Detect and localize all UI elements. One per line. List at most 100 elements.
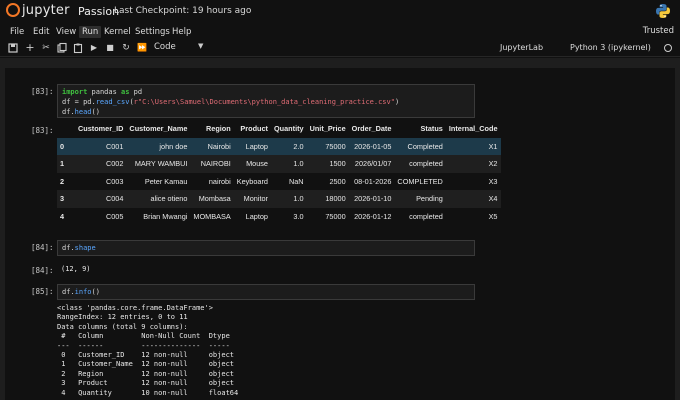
table-cell: MARY WAMBUI bbox=[126, 155, 191, 173]
cell-85-input[interactable]: df.info() bbox=[57, 284, 475, 300]
index-header bbox=[57, 120, 75, 138]
copy-icon[interactable] bbox=[56, 42, 68, 54]
table-cell: Pending bbox=[394, 190, 446, 208]
table-cell: 1.0 bbox=[270, 190, 307, 208]
column-header: Internal_Code bbox=[448, 124, 498, 134]
top-header: jupyter Passion Last Checkpoint: 19 hour… bbox=[0, 0, 680, 24]
open-jupyterlab-link[interactable]: JupyterLab bbox=[500, 43, 543, 52]
cell-84-output: (12, 9) bbox=[61, 265, 91, 273]
table-cell: Completed bbox=[394, 137, 446, 155]
table-cell: X5 bbox=[488, 211, 498, 221]
table-cell: 2026-01-12 bbox=[354, 211, 392, 221]
table-cell: Laptop bbox=[245, 211, 268, 221]
cell-85-in-prompt: [85]: bbox=[31, 287, 54, 296]
stop-icon[interactable]: ■ bbox=[104, 42, 116, 54]
info-line: 1 Customer_Name 12 non-null object bbox=[57, 360, 239, 369]
info-line: # Column Non-Null Count Dtype bbox=[57, 332, 239, 341]
table-cell: C003 bbox=[105, 176, 124, 186]
table-row[interactable]: 2 C003 Peter Kamau nairobi Keyboard NaN … bbox=[57, 173, 501, 191]
column-header: Unit_Price bbox=[309, 124, 346, 134]
table-row[interactable]: 4 C005 Brian Mwangi MOMBASA Laptop 3.0 7… bbox=[57, 208, 501, 226]
info-line: 3 Product 12 non-null object bbox=[57, 379, 239, 388]
cell-83-input[interactable]: import pandas as pd df = pd.read_csv(r"C… bbox=[57, 84, 475, 118]
table-header-row: Customer_ID Customer_Name Region Product… bbox=[57, 120, 501, 138]
trusted-indicator[interactable]: Trusted bbox=[643, 26, 674, 36]
row-index: 2 bbox=[60, 176, 65, 186]
table-cell: C005 bbox=[105, 211, 124, 221]
jupyter-logo-icon bbox=[6, 3, 20, 17]
table-cell: Laptop bbox=[233, 137, 271, 155]
table-cell: Keyboard bbox=[236, 176, 268, 186]
column-header: Quantity bbox=[273, 124, 304, 134]
table-cell: 2026-01-05 bbox=[348, 137, 395, 155]
table-cell: COMPLETED bbox=[397, 176, 443, 186]
notebook-panel[interactable]: [83]: import pandas as pd df = pd.read_c… bbox=[0, 58, 680, 400]
table-cell: Mouse bbox=[233, 155, 271, 173]
table-cell: 75000 bbox=[325, 211, 346, 221]
menu-kernel[interactable]: Kernel bbox=[101, 26, 134, 38]
cell-83-code: import pandas as pd df = pd.read_csv(r"C… bbox=[62, 88, 400, 116]
kernel-status-icon bbox=[664, 44, 672, 52]
info-line: RangeIndex: 12 entries, 0 to 11 bbox=[57, 313, 188, 322]
table-cell: C002 bbox=[75, 155, 127, 173]
notebook-title[interactable]: Passion bbox=[78, 5, 119, 18]
table-cell: 2026-01-10 bbox=[348, 190, 395, 208]
row-index: 0 bbox=[57, 137, 75, 155]
table-cell: Peter Kamau bbox=[144, 176, 188, 186]
cell-84-code: df.shape bbox=[62, 244, 96, 252]
column-header: Customer_Name bbox=[129, 124, 188, 134]
table-cell: NAIROBI bbox=[190, 155, 234, 173]
table-cell: 1.0 bbox=[270, 155, 307, 173]
save-icon[interactable] bbox=[7, 42, 19, 54]
menu-help[interactable]: Help bbox=[169, 26, 194, 38]
column-header: Product bbox=[240, 124, 268, 134]
table-cell: Nairobi bbox=[190, 137, 234, 155]
restart-icon[interactable]: ↻ bbox=[120, 42, 132, 54]
table-cell: alice otieno bbox=[126, 190, 191, 208]
cut-icon[interactable]: ✂ bbox=[40, 42, 52, 54]
checkpoint-status: Last Checkpoint: 19 hours ago bbox=[114, 6, 252, 16]
menu-file[interactable]: File bbox=[7, 26, 27, 38]
info-line: 2 Region 12 non-null object bbox=[57, 369, 239, 378]
info-line: --- ------ -------------- ----- bbox=[57, 341, 239, 350]
table-cell: john doe bbox=[126, 137, 191, 155]
table-row[interactable]: 3 C004 alice otieno Mombasa Monitor 1.0 … bbox=[57, 190, 501, 208]
info-line: <class 'pandas.core.frame.DataFrame'> bbox=[57, 304, 213, 312]
table-cell: 1500 bbox=[306, 155, 349, 173]
notebook-toolbar: + ✂ ▶ ■ ↻ ⏩ Code ▼ JupyterLab Python 3 (… bbox=[0, 40, 680, 57]
menu-view[interactable]: View bbox=[53, 26, 79, 38]
jupyter-logo[interactable]: jupyter bbox=[6, 3, 69, 21]
restart-run-all-icon[interactable]: ⏩ bbox=[136, 42, 148, 54]
info-line: 4 Quantity 10 non-null float64 bbox=[57, 388, 239, 397]
run-icon[interactable]: ▶ bbox=[88, 42, 100, 54]
menu-settings[interactable]: Settings bbox=[132, 26, 173, 38]
paste-icon[interactable] bbox=[72, 42, 84, 54]
table-cell: NaN bbox=[288, 176, 304, 186]
table-cell: 08-01-2026 bbox=[354, 176, 392, 186]
table-cell: 2.0 bbox=[270, 137, 307, 155]
add-cell-icon[interactable]: + bbox=[24, 42, 36, 54]
table-cell: 2026/01/07 bbox=[348, 155, 395, 173]
column-header: Status bbox=[420, 124, 443, 134]
menu-bar: File Edit View Run Kernel Settings Help … bbox=[0, 24, 680, 40]
cell-84-input[interactable]: df.shape bbox=[57, 240, 475, 256]
menu-edit[interactable]: Edit bbox=[30, 26, 52, 38]
table-cell: 3.0 bbox=[293, 211, 304, 221]
table-cell: 18000 bbox=[306, 190, 349, 208]
cell-84-out-prompt: [84]: bbox=[31, 266, 54, 275]
kernel-name[interactable]: Python 3 (ipykernel) bbox=[570, 43, 651, 52]
cell-type-value: Code bbox=[154, 42, 176, 52]
cell-type-select[interactable]: Code ▼ bbox=[154, 42, 206, 54]
table-cell: MOMBASA bbox=[193, 211, 231, 221]
row-index: 4 bbox=[60, 211, 65, 221]
cell-84-in-prompt: [84]: bbox=[31, 243, 54, 252]
column-header: Order_Date bbox=[351, 124, 392, 134]
table-cell: 2500 bbox=[329, 176, 346, 186]
menu-run[interactable]: Run bbox=[79, 26, 102, 38]
row-index: 3 bbox=[57, 190, 75, 208]
table-cell: Monitor bbox=[233, 190, 271, 208]
table-cell: C004 bbox=[75, 190, 127, 208]
jupyter-logo-text: jupyter bbox=[22, 3, 70, 18]
table-row[interactable]: 0 C001 john doe Nairobi Laptop 2.0 75000… bbox=[57, 137, 501, 155]
table-row[interactable]: 1 C002 MARY WAMBUI NAIROBI Mouse 1.0 150… bbox=[57, 155, 501, 173]
